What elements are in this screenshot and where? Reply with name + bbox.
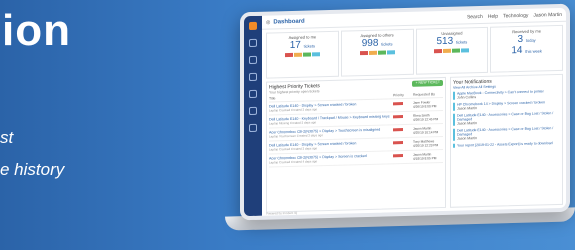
priority-bar — [393, 141, 403, 145]
stat-unassigned[interactable]: Unassigned 513 tickets — [415, 26, 489, 75]
users-icon[interactable] — [249, 72, 257, 82]
reports-icon[interactable] — [249, 106, 257, 116]
notifications-panel: Your Notifications View All Archive All … — [450, 73, 563, 208]
footer: Powered by Incident IQ — [266, 210, 298, 216]
search-link[interactable]: Search — [467, 13, 483, 19]
hero-title: ion — [2, 6, 71, 55]
laptop-icon[interactable] — [249, 55, 257, 65]
new-ticket-button[interactable]: + NEW TICKET — [412, 80, 443, 87]
priority-bar — [393, 102, 403, 106]
gear-icon[interactable] — [249, 123, 257, 133]
hero-line-2: e history — [0, 160, 65, 179]
sidebar — [244, 15, 262, 217]
priority-bar — [393, 115, 403, 119]
location-icon[interactable] — [249, 89, 257, 99]
notification-item[interactable]: HP Chromebook 14 > Display > Screen crac… — [453, 99, 560, 111]
tickets-icon[interactable] — [249, 38, 257, 48]
home-icon[interactable] — [249, 21, 257, 31]
priority-bar — [393, 154, 403, 158]
notification-item[interactable]: Your report [2019-01-22 - Assets Export]… — [453, 140, 560, 148]
notification-item[interactable]: Apple MacBook - Connectivity > Can't con… — [453, 88, 560, 100]
notification-item[interactable]: Dell Latitude E140 - Accessories > Case … — [453, 125, 560, 141]
help-link[interactable]: Help — [488, 13, 498, 19]
dashboard-icon: ◎ — [266, 19, 271, 26]
laptop-screen: ◎ Dashboard Search Help Technology Jason… — [240, 3, 570, 221]
user-menu[interactable]: Jason Martin — [533, 11, 562, 18]
technology-menu[interactable]: Technology — [503, 12, 528, 19]
priority-bar — [393, 128, 403, 132]
stats-row: Assigned to me 17 tickets Assigned to ot… — [266, 24, 563, 79]
page-title: Dashboard — [273, 18, 305, 25]
notification-item[interactable]: Dell Latitude E140 - Accessories > Case … — [453, 110, 560, 126]
stat-received-by-me[interactable]: Received by me 3 today 14 this week — [490, 24, 563, 73]
priority-tickets-panel: Highest Priority Tickets + NEW TICKET Yo… — [266, 76, 446, 213]
stat-assigned-to-others[interactable]: Assigned to others 998 tickets — [340, 28, 414, 77]
stat-assigned-to-me[interactable]: Assigned to me 17 tickets — [266, 30, 339, 79]
hero-line-1: st — [0, 128, 14, 147]
